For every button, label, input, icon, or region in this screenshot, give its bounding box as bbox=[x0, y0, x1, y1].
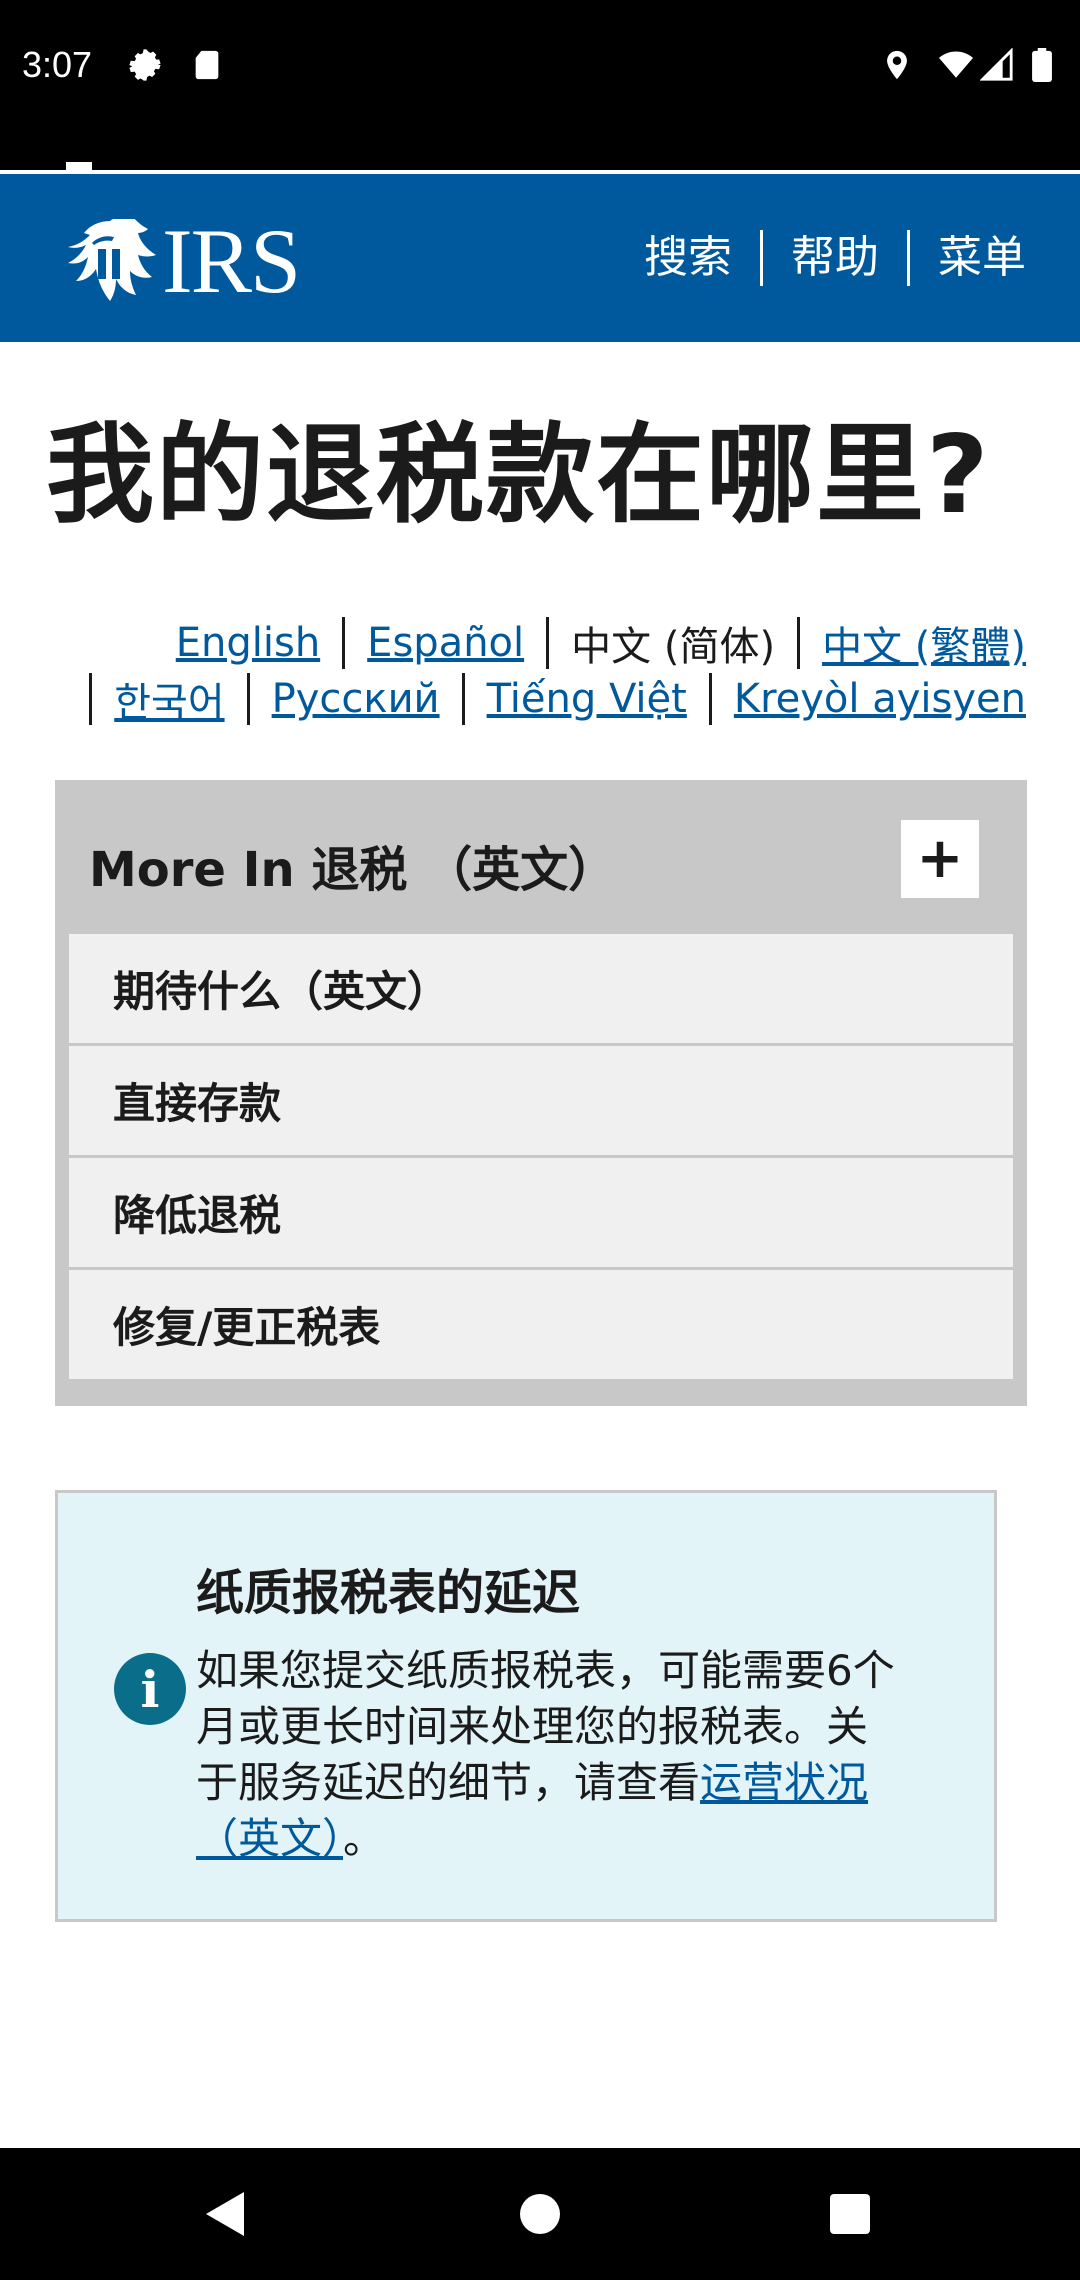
recent-apps-icon[interactable] bbox=[830, 2194, 870, 2234]
alert-title: 纸质报税表的延迟 bbox=[196, 1565, 581, 1621]
more-in-title[interactable]: More In 退税 （英文） bbox=[89, 830, 616, 900]
expand-button[interactable]: + bbox=[901, 820, 979, 898]
info-icon: i bbox=[114, 1653, 186, 1725]
eagle-icon bbox=[68, 219, 156, 301]
more-in-item-what-to-expect[interactable]: 期待什么（英文） bbox=[69, 934, 1013, 1046]
status-time: 3:07 bbox=[22, 44, 93, 85]
system-nav-bar bbox=[0, 2148, 1080, 2280]
wifi-icon bbox=[939, 51, 973, 78]
alert-body: 如果您提交纸质报税表，可能需要6个月或更长时间来处理您的报税表。关于服务延迟的细… bbox=[196, 1643, 896, 1867]
page-title: 我的退税款在哪里? bbox=[46, 413, 991, 538]
paper-return-delay-alert: 纸质报税表的延迟 i 如果您提交纸质报税表，可能需要6个月或更长时间来处理您的报… bbox=[55, 1490, 997, 1922]
lang-spanish-link[interactable]: Español bbox=[345, 620, 546, 666]
alert-suffix: 。 bbox=[343, 1814, 386, 1863]
back-icon[interactable] bbox=[206, 2192, 244, 2236]
lang-current-simplified-chinese: 中文 (简体) bbox=[571, 624, 776, 670]
header-nav: 搜索 帮助 菜单 bbox=[616, 230, 1026, 286]
search-link[interactable]: 搜索 bbox=[616, 230, 760, 286]
signal-icon bbox=[980, 48, 1013, 81]
irs-logo[interactable]: IRS bbox=[62, 210, 301, 312]
help-link[interactable]: 帮助 bbox=[763, 230, 907, 286]
page-top-indicator bbox=[66, 162, 92, 170]
location-icon bbox=[887, 50, 907, 80]
sd-card-icon bbox=[195, 50, 219, 80]
status-bar: 3:07 bbox=[0, 0, 1080, 170]
more-in-list: 期待什么（英文） 直接存款 降低退税 修复/更正税表 bbox=[69, 934, 1013, 1382]
gear-icon bbox=[129, 49, 161, 81]
more-in-item-direct-deposit[interactable]: 直接存款 bbox=[69, 1046, 1013, 1158]
more-in-item-amend-return[interactable]: 修复/更正税表 bbox=[69, 1270, 1013, 1382]
more-in-panel: More In 退税 （英文） + 期待什么（英文） 直接存款 降低退税 修复/… bbox=[55, 780, 1027, 1406]
site-header: IRS 搜索 帮助 菜单 bbox=[0, 170, 1080, 342]
lang-korean-link[interactable]: 한국어 bbox=[92, 670, 246, 728]
home-icon[interactable] bbox=[520, 2194, 560, 2234]
more-in-item-reduced-refund[interactable]: 降低退税 bbox=[69, 1158, 1013, 1270]
language-row-2: 한국어 Русский Tiếng Việt Kreyòl ayisyen bbox=[89, 670, 1026, 728]
lang-russian-link[interactable]: Русский bbox=[250, 676, 462, 722]
battery-icon bbox=[1032, 48, 1052, 82]
language-row-1: English Español 中文 (简体) 中文 (繁體) bbox=[154, 614, 1026, 672]
logo-text: IRS bbox=[162, 210, 301, 312]
lang-haitian-creole-link[interactable]: Kreyòl ayisyen bbox=[712, 676, 1026, 722]
lang-english-link[interactable]: English bbox=[154, 620, 342, 666]
lang-traditional-chinese-link[interactable]: 中文 (繁體) bbox=[800, 614, 1026, 672]
lang-vietnamese-link[interactable]: Tiếng Việt bbox=[465, 676, 709, 722]
menu-button[interactable]: 菜单 bbox=[910, 230, 1026, 286]
plus-icon: + bbox=[916, 826, 964, 891]
